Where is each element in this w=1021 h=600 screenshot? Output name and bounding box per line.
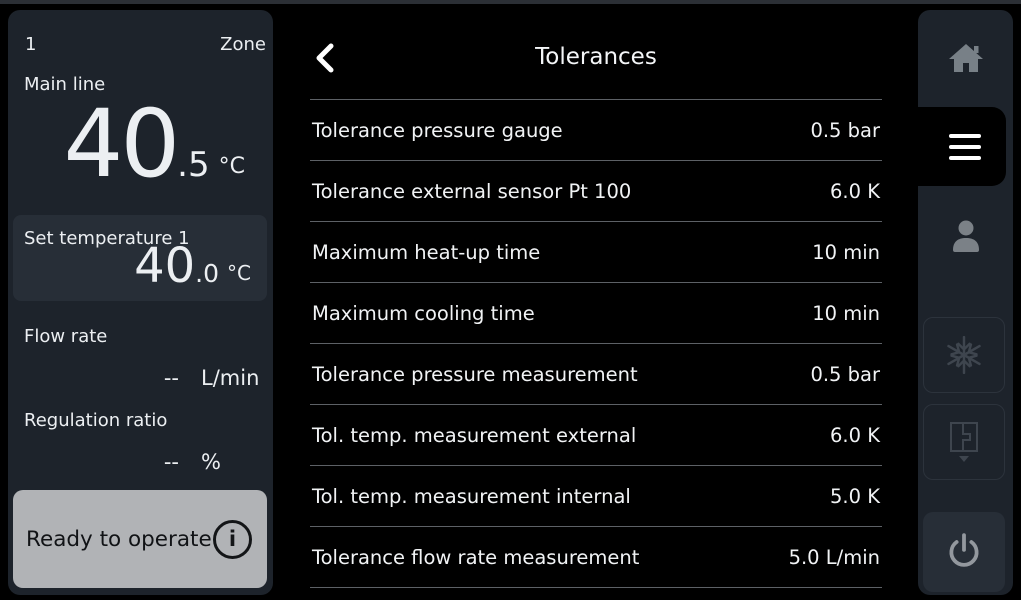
flow-rate-label: Flow rate [24,326,107,347]
window-top-border [0,0,1021,4]
table-row[interactable]: Tol. temp. measurement internal 5.0 K [310,465,882,526]
sidebar-item-mold[interactable] [923,404,1005,480]
snowflake-icon [945,336,983,374]
table-row[interactable]: Tolerance pressure gauge 0.5 bar [310,99,882,160]
chevron-left-icon [319,46,331,70]
row-label: Tolerance flow rate measurement [312,546,639,569]
table-row[interactable]: Maximum heat-up time 10 min [310,221,882,282]
row-label: Maximum cooling time [312,302,535,325]
status-label: Ready to operate [26,527,213,552]
row-label: Tol. temp. measurement internal [312,485,631,508]
page-header: Tolerances [310,40,882,76]
mold-icon [945,420,983,464]
set-temp-decimal: .0 [195,259,219,288]
main-temp-unit: °C [219,154,245,179]
status-ready-button[interactable]: Ready to operate i [13,490,267,588]
zone-header: 1 Zone [25,34,266,55]
main-temp-decimal: .5 [177,145,209,185]
table-row[interactable]: Tolerance flow rate measurement 5.0 L/mi… [310,526,882,587]
power-icon [945,532,983,572]
page-title: Tolerances [310,40,882,74]
row-value: 0.5 bar [810,363,880,386]
set-temperature-value: 40 .0 °C [134,242,251,290]
row-value: 10 min [812,241,880,264]
regulation-ratio-value: -- % [24,450,265,474]
user-icon [948,219,984,253]
regulation-ratio-label: Regulation ratio [24,410,167,431]
sidebar-item-menu-active[interactable] [898,107,1006,186]
zone-label: Zone [220,34,266,55]
main-temperature-display: 40 .5 °C [8,98,245,192]
table-row[interactable]: Tolerance pressure measurement 0.5 bar [310,343,882,404]
menu-icon [949,134,981,160]
flow-rate-reading: -- [164,366,179,390]
set-temp-unit: °C [227,261,251,285]
row-label: Maximum heat-up time [312,241,540,264]
zone-number: 1 [25,34,36,55]
row-value: 5.0 K [830,485,880,508]
row-label: Tolerance pressure gauge [312,119,563,142]
info-icon[interactable]: i [213,520,252,559]
sidebar-item-home[interactable] [918,10,1013,105]
tolerances-list: Tolerance pressure gauge 0.5 bar Toleran… [310,99,882,588]
set-temp-integer: 40 [134,242,195,290]
row-label: Tol. temp. measurement external [312,424,636,447]
row-value: 5.0 L/min [789,546,880,569]
row-value: 6.0 K [830,424,880,447]
row-value: 6.0 K [830,180,880,203]
sidebar-item-power[interactable] [923,512,1005,592]
row-value: 10 min [812,302,880,325]
home-icon [947,41,985,75]
table-row[interactable]: Maximum cooling time 10 min [310,282,882,343]
table-row[interactable]: Tolerance external sensor Pt 100 6.0 K [310,160,882,221]
main-temp-integer: 40 [64,98,178,192]
sidebar-item-user[interactable] [918,193,1013,278]
regulation-ratio-unit: % [201,450,265,474]
flow-rate-unit: L/min [201,366,265,390]
flow-rate-value: -- L/min [24,366,265,390]
table-row[interactable]: Tol. temp. measurement external 6.0 K [310,404,882,465]
regulation-ratio-reading: -- [164,450,179,474]
row-value: 0.5 bar [810,119,880,142]
back-button[interactable] [310,42,340,74]
row-label: Tolerance external sensor Pt 100 [312,180,631,203]
zone-status-panel: 1 Zone Main line 40 .5 °C Set temperatur… [8,10,273,595]
sidebar-item-cooling[interactable] [923,317,1005,393]
set-temperature-tile[interactable]: Set temperature 1 40 .0 °C [13,215,267,301]
row-label: Tolerance pressure measurement [312,363,638,386]
